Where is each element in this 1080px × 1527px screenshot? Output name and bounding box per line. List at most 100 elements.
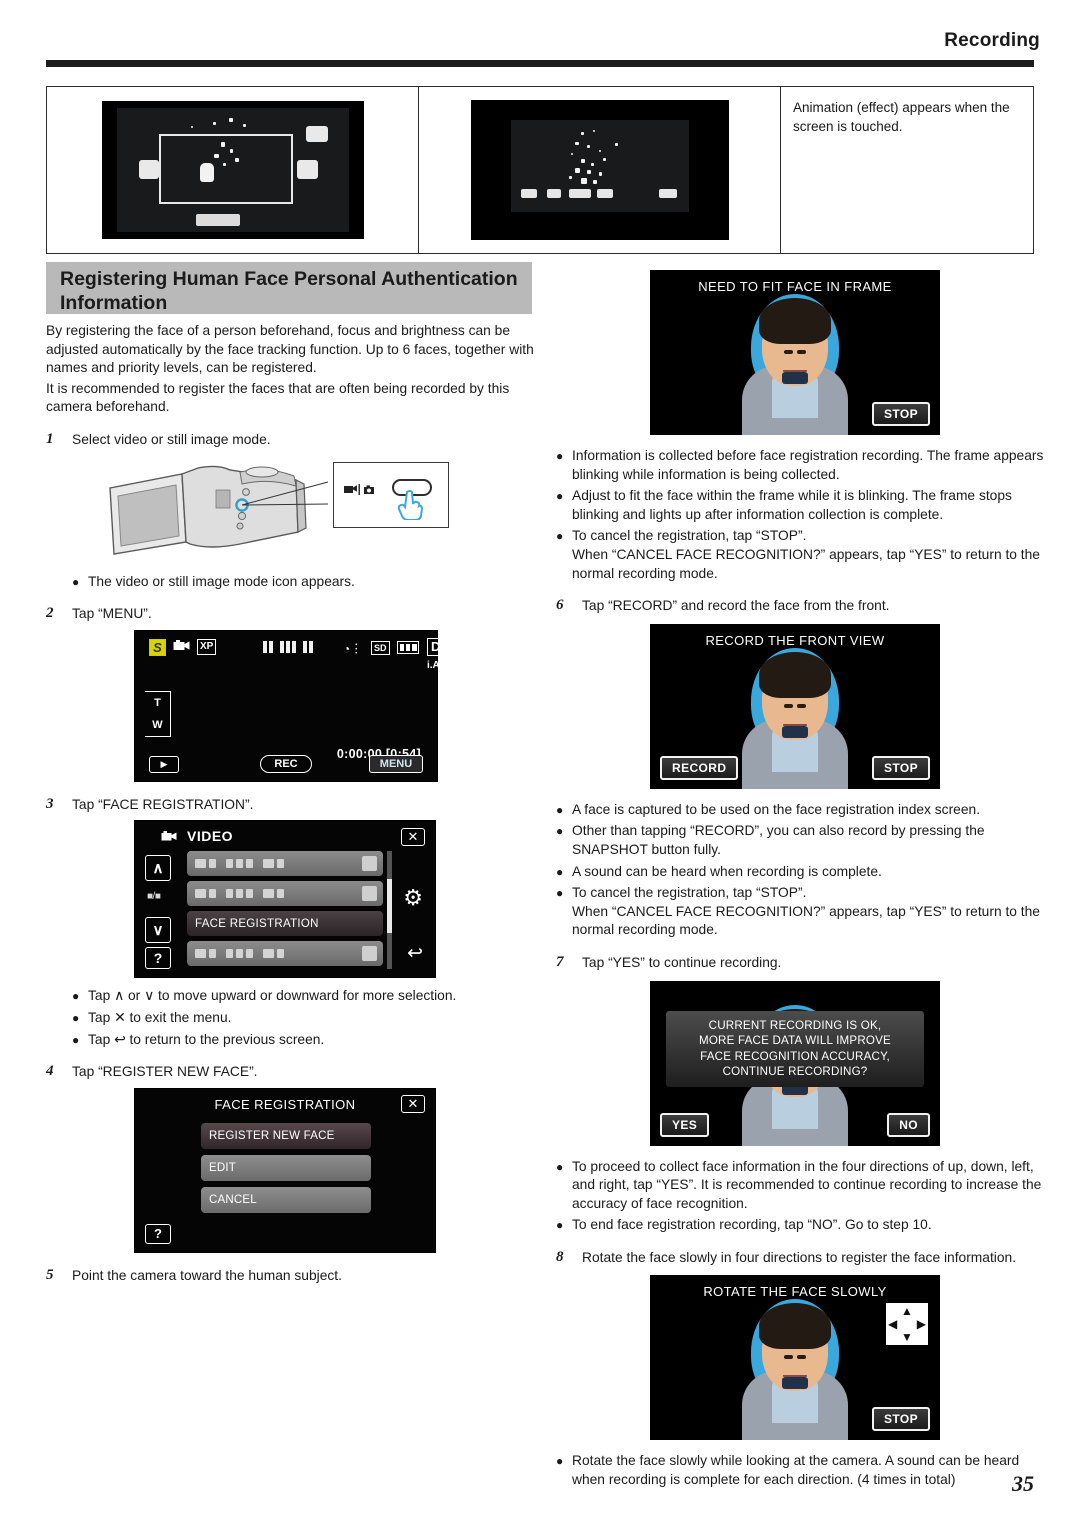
bullet-item: ● Information is collected before face r… [556, 447, 1046, 484]
menu-button[interactable]: MENU [369, 754, 423, 773]
yes-button[interactable]: YES [660, 1112, 710, 1137]
step-3-bullets: ● Tap ∧ or ∨ to move upward or downward … [46, 987, 542, 1049]
menu-item-face-registration[interactable]: FACE REGISTRATION [187, 911, 383, 937]
menu-item-row[interactable] [187, 941, 383, 967]
left-column: By registering the face of a person befo… [46, 322, 542, 1285]
menu-item-row[interactable] [187, 881, 383, 907]
camera-illustration [46, 456, 542, 564]
hand-cursor-svg [397, 489, 424, 521]
bullet-dot: ● [556, 1159, 564, 1174]
menu-scroll-up-button[interactable]: ∧ [145, 855, 171, 882]
bullet-dot: ● [556, 529, 564, 544]
option-label: EDIT [209, 1161, 236, 1174]
bullet-item: ● To end face registration recording, ta… [556, 1216, 1046, 1235]
bullet-item: ● The video or still image mode icon app… [72, 573, 542, 592]
menu-help-button[interactable]: ? [145, 947, 171, 970]
step-2-text: Tap “MENU”. [72, 606, 152, 622]
zoom-wide-label: W [152, 718, 163, 731]
dialog-line: MORE FACE DATA WILL IMPROVE [698, 1034, 891, 1047]
child-face-photo [741, 1297, 849, 1441]
mode-button-callout [333, 461, 449, 528]
screen-record-front-view: RECORD THE FRONT VIEW RECORD STOP [650, 623, 940, 789]
intro-paragraph-2: It is recommended to register the faces … [46, 380, 510, 415]
rec-button[interactable]: REC [260, 754, 312, 773]
bullet-item: ● Adjust to fit the face within the fram… [556, 487, 1046, 524]
record-button[interactable]: RECORD [660, 755, 739, 780]
option-label: CANCEL [209, 1193, 257, 1206]
arrow-down-icon: ▼ [901, 1330, 913, 1345]
bullet-item: ● To cancel the registration, tap “STOP”… [556, 527, 1046, 583]
bullet-text: Adjust to fit the face within the frame … [572, 488, 1012, 522]
lcd-video-menu-screen: VIDEO ✕ ∧ ■/■ ∨ ? ⚙ ↩ FACE REGISTRATION [134, 820, 436, 979]
bullet-text: To cancel the registration, tap “STOP”. … [572, 528, 1040, 581]
image-stabilizer-icon: ◔︙ [343, 641, 363, 656]
option-edit[interactable]: EDIT [201, 1154, 371, 1181]
photo-eye-left [784, 703, 793, 708]
no-button[interactable]: NO [887, 1112, 930, 1137]
intro-paragraph-1: By registering the face of a person befo… [46, 323, 534, 376]
bullet-item: ● Other than tapping “RECORD”, you can a… [556, 822, 1046, 859]
back-arrow-icon[interactable]: ↩ [407, 942, 423, 965]
manual-page: Recording Animation (effect) appears whe… [0, 0, 1080, 1527]
option-cancel[interactable]: CANCEL [201, 1186, 371, 1213]
step-6-number: 6 [556, 597, 564, 614]
menu-item-row[interactable] [187, 851, 383, 877]
photo-eye-right [797, 350, 806, 354]
face-registration-close-button[interactable]: ✕ [401, 1094, 425, 1113]
stop-button[interactable]: STOP [871, 755, 930, 780]
stop-button[interactable]: STOP [871, 1407, 930, 1432]
bullet-dot: ● [556, 824, 564, 839]
screen-need-to-fit-face: NEED TO FIT FACE IN FRAME STOP [650, 270, 940, 435]
photo-hair [759, 298, 831, 344]
bullet-dot: ● [556, 1218, 564, 1233]
video-photo-mode-icon [343, 483, 377, 499]
menu-scrollbar[interactable] [387, 851, 392, 970]
step-2: 2 Tap “MENU”. [46, 605, 542, 624]
bullet-dot: ● [72, 1032, 80, 1047]
bullet-text: A face is captured to be used on the fac… [572, 801, 981, 817]
table-cell-animation-photo [47, 87, 419, 253]
stop-button[interactable]: STOP [871, 402, 930, 426]
child-face-photo [741, 646, 849, 789]
direction-arrows-indicator: ▲ ▼ ◀ ▶ [886, 1303, 928, 1346]
face-registration-help-button[interactable]: ? [145, 1223, 171, 1244]
option-register-new-face[interactable]: REGISTER NEW FACE [201, 1122, 371, 1149]
bullet-text: A sound can be heard when recording is c… [572, 863, 882, 879]
bullet-dot: ● [556, 886, 564, 901]
section-title: Registering Human Face Personal Authenti… [60, 268, 518, 314]
step-8: 8 Rotate the face slowly in four directi… [556, 1249, 1046, 1268]
zoom-tele-label: T [154, 696, 161, 709]
gear-icon[interactable]: ⚙ [403, 885, 423, 911]
d-mark-icon: D [427, 637, 445, 656]
face-registration-option-list: REGISTER NEW FACE EDIT CANCEL [201, 1122, 371, 1219]
playback-mode-button[interactable]: ▶ [149, 755, 179, 773]
bullet-text: Rotate the face slowly while looking at … [572, 1453, 1020, 1488]
bullet-item: ● Tap ✕ to exit the menu. [72, 1009, 542, 1028]
arrow-up-icon: ▲ [901, 1304, 913, 1319]
step-8-number: 8 [556, 1248, 564, 1265]
pointing-hand-icon [397, 489, 425, 521]
step-3-text: Tap “FACE REGISTRATION”. [72, 796, 254, 812]
bullet-dot: ● [556, 489, 564, 504]
recording-media-bars-icon [263, 640, 313, 653]
bullet-item: ● A face is captured to be used on the f… [556, 801, 1046, 820]
step-1-text: Select video or still image mode. [72, 431, 271, 447]
zoom-tw-control[interactable]: T W [145, 690, 171, 737]
bullet-dot: ● [72, 574, 80, 589]
menu-close-button[interactable]: ✕ [401, 828, 425, 847]
photo-eye-left [784, 350, 793, 354]
top-illustration-table: Animation (effect) appears when the scre… [46, 86, 1034, 254]
menu-item-label: FACE REGISTRATION [195, 917, 319, 930]
child-face-photo [741, 292, 849, 435]
step-6-bullets: ● A face is captured to be used on the f… [556, 801, 1046, 940]
animation-frame-outline [158, 134, 293, 204]
animation-note-text: Animation (effect) appears when the scre… [793, 100, 1010, 134]
bullet-item: ● Tap ∧ or ∨ to move upward or downward … [72, 987, 542, 1006]
photo-eye-right [797, 1355, 806, 1360]
step-7-bullets: ● To proceed to collect face information… [556, 1158, 1046, 1235]
menu-scroll-down-button[interactable]: ∨ [145, 917, 171, 944]
video-mode-icon-menu [161, 829, 177, 845]
bullet-text: Tap ↩ to return to the previous screen. [88, 1031, 325, 1047]
right-column: NEED TO FIT FACE IN FRAME STOP ● Informa… [556, 262, 1046, 1493]
bullet-dot: ● [72, 989, 80, 1004]
